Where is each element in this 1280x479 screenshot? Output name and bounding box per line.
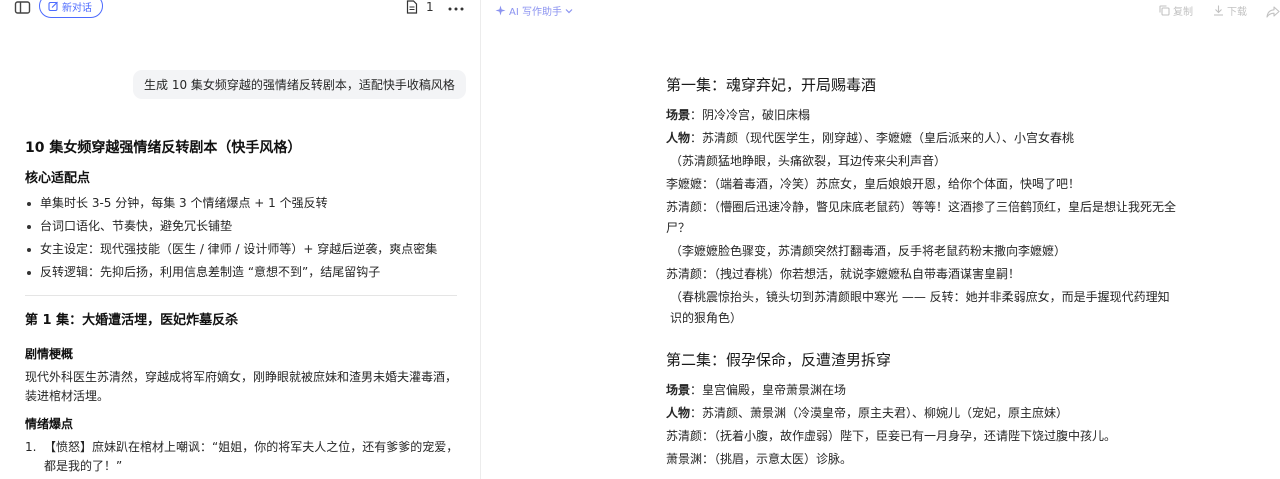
core-points-list: 单集时长 3-5 分钟，每集 3 个情绪爆点 + 1 个强反转 台词口语化、节奏… — [25, 192, 460, 284]
divider — [25, 295, 457, 296]
list-item: 反转逻辑：先抑后扬，利用信息差制造 “意想不到”，结尾留钩子 — [25, 261, 460, 284]
script-line: （苏清颜猛地睁眼，头痛欲裂，耳边传来尖利声音） — [670, 154, 947, 168]
ai-assistant-dropdown[interactable]: AI 写作助手 — [495, 3, 573, 18]
scene-line: 场景：皇宫偏殿，皇帝萧景渊在场 — [666, 380, 1176, 401]
list-item-number: 1. — [25, 440, 37, 454]
episode-1-heading: 第 1 集：大婚遭活埋，医妃炸墓反杀 — [25, 313, 239, 328]
chat-toolbar: 新对话 1 — [0, 0, 480, 18]
download-button[interactable]: 下载 — [1213, 3, 1247, 18]
script-line: 苏清颜：（拽过春桃）你若想活，就说李嬷嬷私自带毒酒谋害皇嗣！ — [666, 267, 1021, 281]
document-count: 1 — [426, 0, 434, 14]
document-count-button[interactable]: 1 — [406, 0, 434, 14]
list-item: 台词口语化、节奏快，避免冗长铺垫 — [25, 215, 460, 238]
copy-icon — [1159, 5, 1170, 16]
app-root: 新对话 1 生成 10 集女频穿越的强情绪反转剧本，适配快手收稿风格 10 集女… — [0, 0, 1280, 479]
ai-assistant-label: AI 写作助手 — [509, 7, 562, 18]
list-item-text: 【愤怒】庶妹趴在棺材上嘲讽：“姐姐，你的将军夫人之位，还有爹爹的宠爱，都是我的了… — [44, 440, 459, 473]
script-line: 苏清颜：（抚着小腹，故作虚弱）陛下，臣妾已有一月身孕，还请陛下饶过腹中孩儿。 — [666, 429, 1117, 443]
characters-value: ：苏清颜、萧景渊（冷漠皇帝，原主夫君）、柳婉儿（宠妃，原主庶妹） — [690, 406, 1069, 420]
episode-1-body: 场景：阴冷冷宫，破旧床榻 人物：苏清颜（现代医学生，刚穿越）、李嬷嬷（皇后派来的… — [666, 105, 1176, 329]
script-line: （李嬷嬷脸色骤变，苏清颜突然打翻毒酒，反手将老鼠药粉末撒向李嬷嬷） — [670, 244, 1067, 258]
chevron-down-icon — [565, 8, 573, 13]
scene-key: 场景 — [666, 108, 691, 122]
list-item: 女主设定：现代强技能（医生 / 律师 / 设计师等）+ 穿越后逆袭，爽点密集 — [25, 238, 460, 261]
characters-value: ：苏清颜（现代医学生，刚穿越）、李嬷嬷（皇后派来的人）、小宫女春桃 — [690, 131, 1075, 145]
document-icon — [406, 0, 418, 14]
characters-key: 人物 — [666, 406, 691, 420]
answer-title: 10 集女频穿越强情绪反转剧本（快手风格） — [25, 140, 302, 156]
script-line: 李嬷嬷：（端着毒酒，冷笑）苏庶女，皇后娘娘开恩，给你个体面，快喝了吧！ — [666, 177, 1081, 191]
new-chat-label: 新对话 — [62, 2, 92, 14]
episode-1-title: 第一集：魂穿弃妃，开局赐毒酒 — [666, 76, 877, 94]
new-chat-button[interactable]: 新对话 — [39, 0, 103, 18]
download-label: 下载 — [1227, 7, 1247, 18]
scene-value: ：阴冷冷宫，破旧床榻 — [690, 108, 811, 122]
copy-button[interactable]: 复制 — [1159, 3, 1193, 18]
list-item: 1. 【愤怒】庶妹趴在棺材上嘲讽：“姐姐，你的将军夫人之位，还有爹爹的宠爱，都是… — [25, 438, 460, 476]
download-icon — [1214, 5, 1223, 16]
script-line: 苏清颜：（懵圈后迅速冷静，瞥见床底老鼠药）等等！这酒掺了三倍鹤顶红，皇后是想让我… — [666, 200, 1177, 235]
core-points-heading: 核心适配点 — [25, 171, 91, 186]
document-toolbar: AI 写作助手 复制 下载 — [481, 0, 1280, 20]
characters-line: 人物：苏清颜、萧景渊（冷漠皇帝，原主夫君）、柳婉儿（宠妃，原主庶妹） — [666, 403, 1176, 424]
script-document: 第一集：魂穿弃妃，开局赐毒酒 场景：阴冷冷宫，破旧床榻 人物：苏清颜（现代医学生… — [666, 74, 1176, 470]
sparkle-icon — [495, 5, 506, 16]
edit-icon — [48, 1, 58, 11]
chat-pane: 新对话 1 生成 10 集女频穿越的强情绪反转剧本，适配快手收稿风格 10 集女… — [0, 0, 481, 479]
user-message-bubble: 生成 10 集女频穿越的强情绪反转剧本，适配快手收稿风格 — [133, 70, 466, 99]
script-line: （春桃震惊抬头，镜头切到苏清颜眼中寒光 —— 反转：她并非柔弱庶女，而是手握现代… — [670, 290, 1170, 325]
characters-line: 人物：苏清颜（现代医学生，刚穿越）、李嬷嬷（皇后派来的人）、小宫女春桃 — [666, 128, 1176, 149]
copy-label: 复制 — [1173, 7, 1193, 18]
plot-text: 现代外科医生苏清然，穿越成将军府嫡女，刚睁眼就被庶妹和渣男未婚夫灌毒酒，装进棺材… — [25, 370, 458, 403]
burst-heading: 情绪爆点 — [25, 417, 74, 431]
more-options-icon[interactable] — [447, 0, 465, 12]
scene-line: 场景：阴冷冷宫，破旧床榻 — [666, 105, 1176, 126]
document-pane: AI 写作助手 复制 下载 第一集：魂穿弃妃，开局赐毒酒 场景：阴冷冷宫，破旧床… — [481, 0, 1280, 479]
script-line: 萧景渊：（挑眉，示意太医）诊脉。 — [666, 452, 853, 466]
scene-value: ：皇宫偏殿，皇帝萧景渊在场 — [690, 383, 847, 397]
assistant-answer: 10 集女频穿越强情绪反转剧本（快手风格） 核心适配点 单集时长 3-5 分钟，… — [25, 139, 460, 476]
burst-list: 1. 【愤怒】庶妹趴在棺材上嘲讽：“姐姐，你的将军夫人之位，还有爹爹的宠爱，都是… — [25, 438, 460, 476]
share-icon[interactable] — [1266, 3, 1280, 18]
user-message-text: 生成 10 集女频穿越的强情绪反转剧本，适配快手收稿风格 — [144, 78, 455, 92]
list-item: 单集时长 3-5 分钟，每集 3 个情绪爆点 + 1 个强反转 — [25, 192, 460, 215]
episode-2-body: 场景：皇宫偏殿，皇帝萧景渊在场 人物：苏清颜、萧景渊（冷漠皇帝，原主夫君）、柳婉… — [666, 380, 1176, 470]
episode-2-title: 第二集：假孕保命，反遭渣男拆穿 — [666, 351, 892, 369]
sidebar-toggle-icon[interactable] — [14, 0, 32, 14]
scene-key: 场景 — [666, 383, 691, 397]
plot-heading: 剧情梗概 — [25, 347, 74, 361]
characters-key: 人物 — [666, 131, 691, 145]
